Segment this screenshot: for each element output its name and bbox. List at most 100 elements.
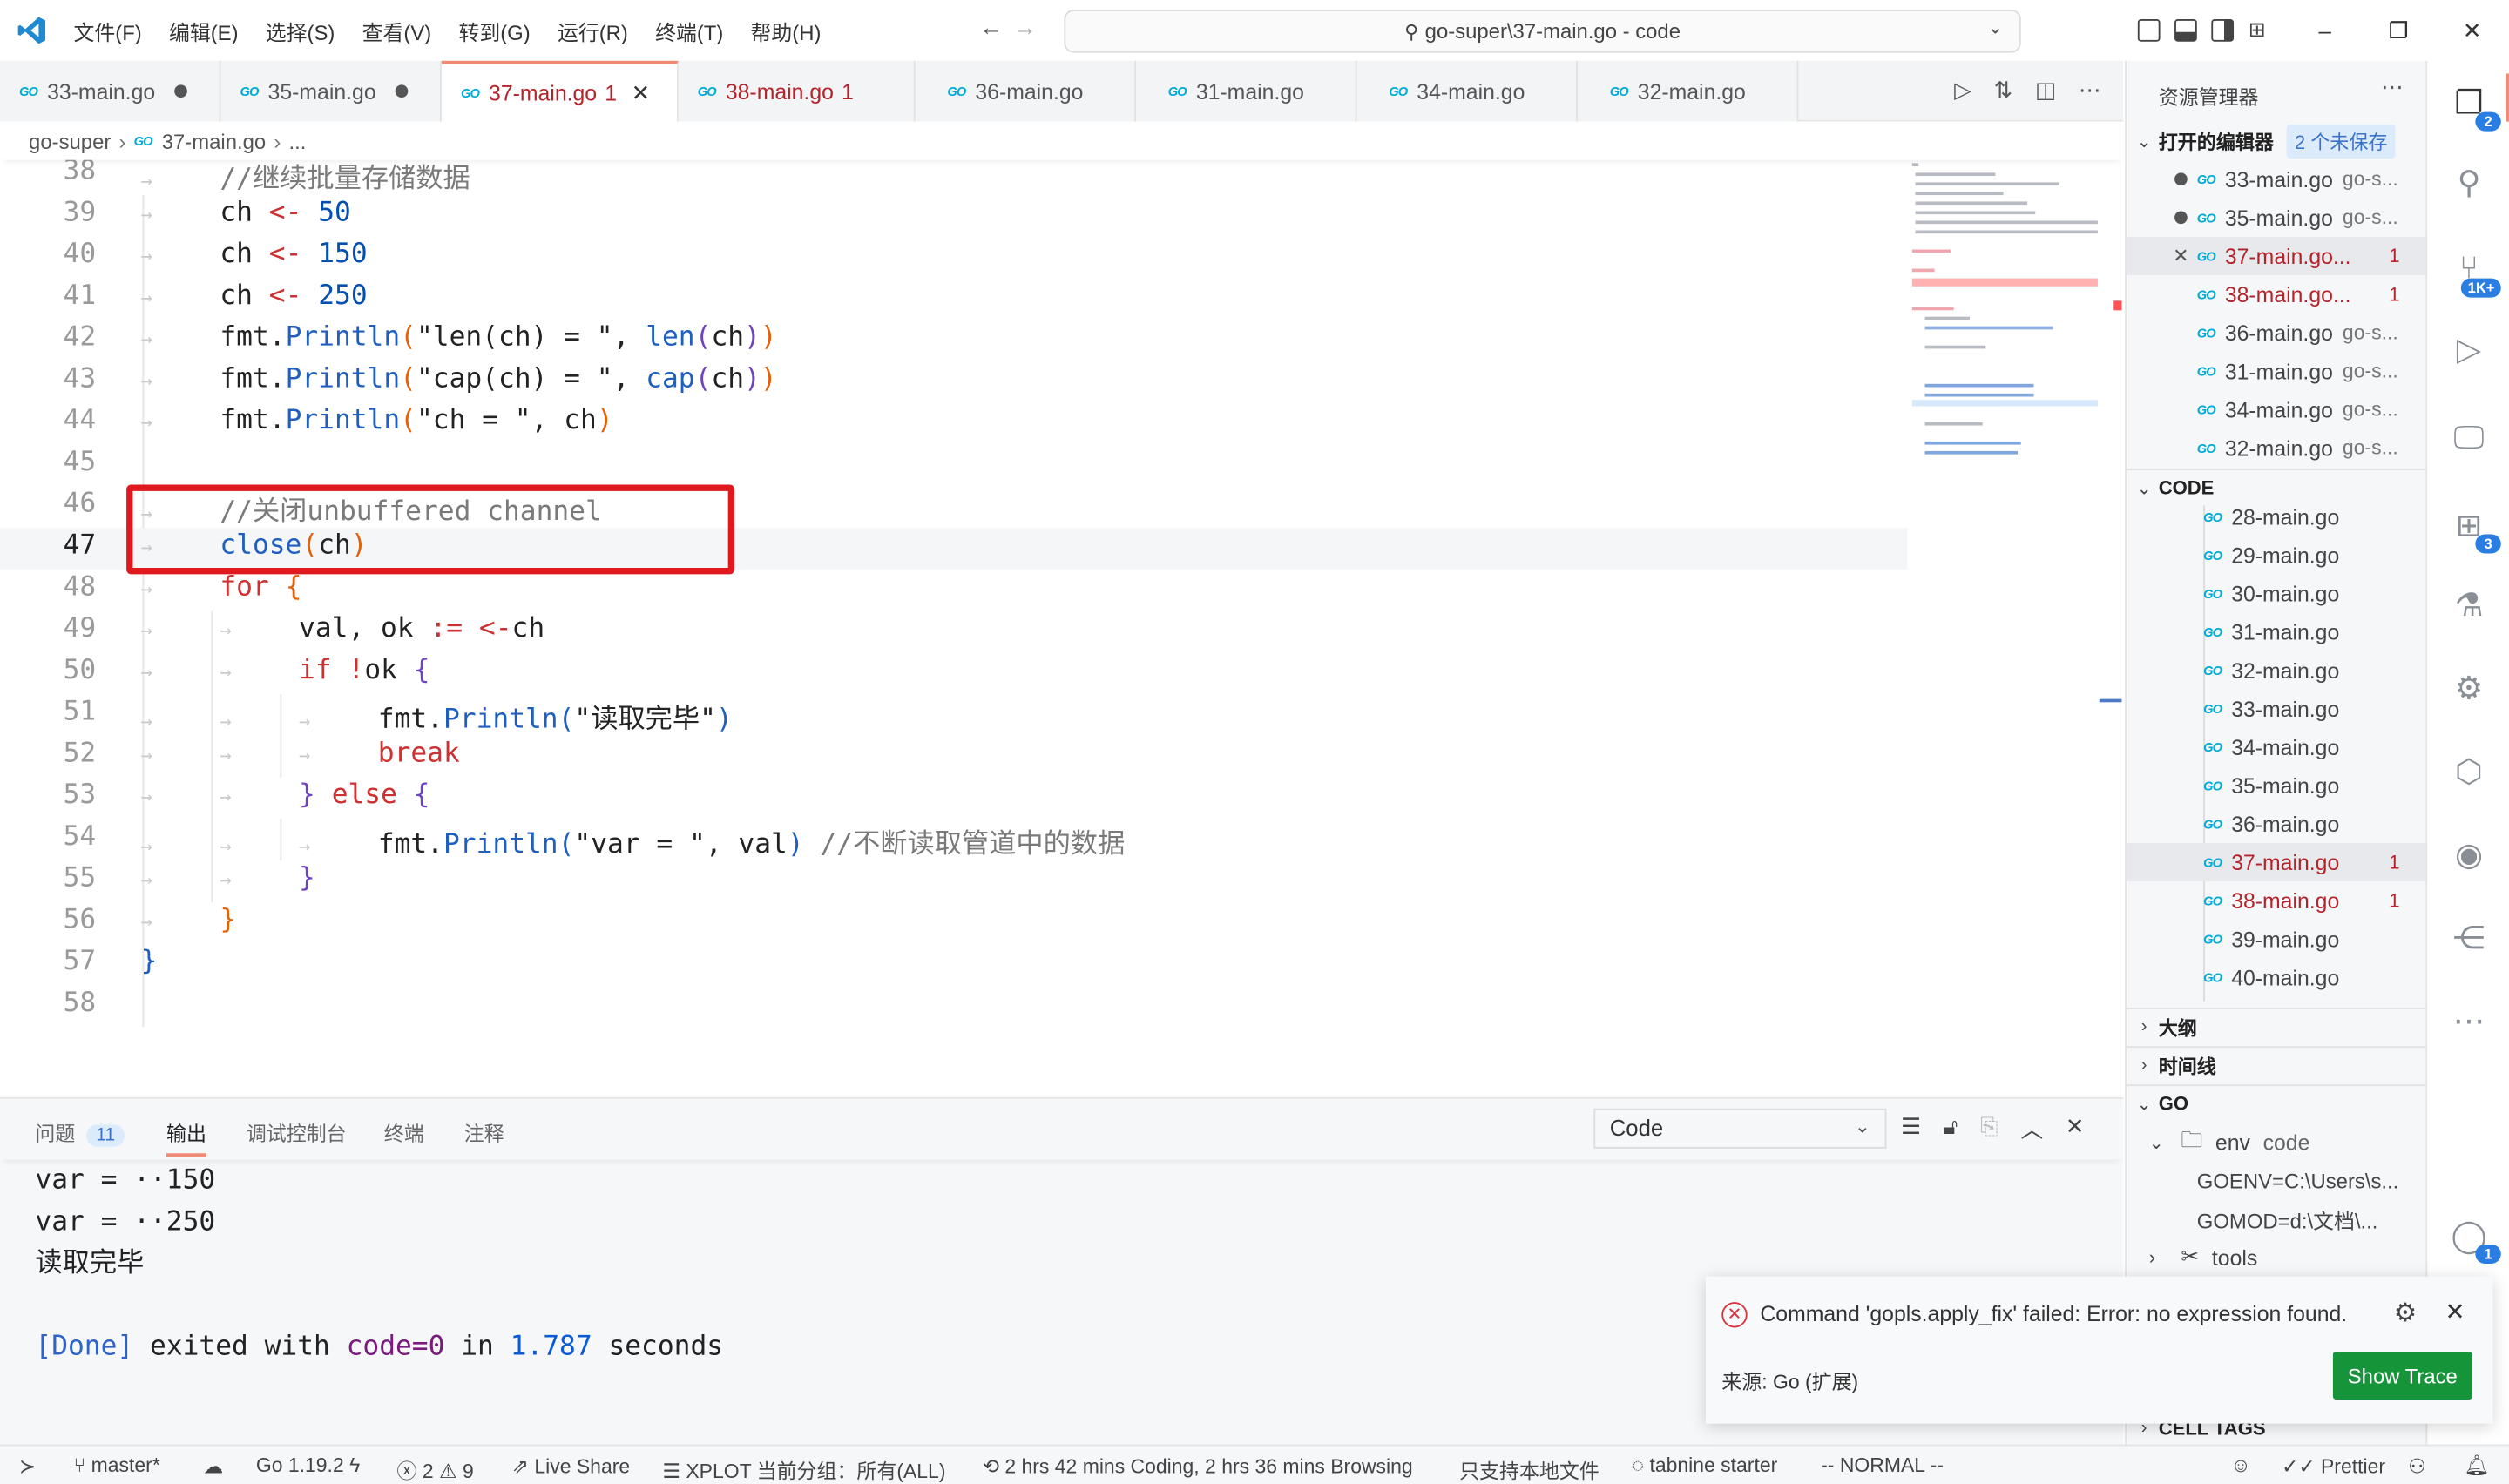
- toggle-secondary-sidebar-icon[interactable]: [2211, 19, 2235, 42]
- run-icon[interactable]: ▷: [1954, 77, 1971, 104]
- go-env-item[interactable]: ⌄ 🗀︎ env code: [2149, 1123, 2310, 1161]
- code-editor[interactable]: 38 → //继续批量存储数据 39 → ch <- 50 40 → ch <-…: [0, 153, 2124, 1097]
- menu-terminal[interactable]: 终端(T): [655, 15, 723, 45]
- open-in-editor-icon[interactable]: ⎘: [1980, 1113, 1998, 1145]
- menu-run[interactable]: 运行(R): [558, 15, 628, 45]
- unsaved-dot-icon[interactable]: [2174, 211, 2188, 225]
- branch-item[interactable]: ⑂ master*: [73, 1454, 159, 1477]
- file-item[interactable]: GO 29-main.go: [2203, 536, 2339, 574]
- open-editor-item[interactable]: GO 35-main.go go-s...: [2127, 199, 2425, 237]
- xplot-item[interactable]: ☰ XPLOT 当前分组：所有(ALL): [662, 1454, 945, 1484]
- open-editor-item[interactable]: GO 31-main.go go-s...: [2127, 352, 2425, 390]
- video-extension-icon[interactable]: ⬡: [2446, 749, 2491, 793]
- panel-tab-terminal[interactable]: 终端: [384, 1116, 424, 1147]
- maximize-panel-icon[interactable]: ︿: [2020, 1113, 2043, 1145]
- open-editor-item[interactable]: GO 34-main.go go-s...: [2127, 390, 2425, 428]
- tab-33-main-go[interactable]: GO 33-main.go: [0, 60, 221, 122]
- output-channel-select[interactable]: Code ⌄: [1593, 1108, 1887, 1149]
- menu-go[interactable]: 转到(G): [458, 15, 530, 45]
- close-panel-icon[interactable]: ✕: [2066, 1113, 2085, 1145]
- open-editor-item-selected[interactable]: ✕ GO 37-main.go... 1: [2126, 236, 2426, 275]
- tab-35-main-go[interactable]: GO 35-main.go: [220, 60, 442, 122]
- close-icon[interactable]: ✕: [2165, 245, 2197, 267]
- close-tab-icon[interactable]: ✕: [632, 79, 651, 106]
- testing-icon[interactable]: ⚗︎: [2446, 583, 2491, 627]
- customize-layout-icon[interactable]: ⊞: [2249, 17, 2266, 43]
- menu-selection[interactable]: 选择(S): [266, 15, 335, 45]
- menu-file[interactable]: 文件(F): [73, 15, 141, 45]
- notifications-bell-icon[interactable]: 🔔︎: [2465, 1454, 2490, 1479]
- tab-36-main-go[interactable]: GO 36-main.go: [915, 60, 1137, 122]
- go-env-var[interactable]: GOENV=C:\Users\s...: [2197, 1161, 2399, 1199]
- chevron-down-icon[interactable]: ⌄: [1987, 16, 2003, 38]
- minimize-button[interactable]: –: [2288, 17, 2361, 43]
- tab-32-main-go[interactable]: GO 32-main.go: [1577, 60, 1799, 122]
- close-window-button[interactable]: ✕: [2435, 17, 2508, 44]
- wakatime-item[interactable]: ⟲ 2 hrs 42 mins Coding, 2 hrs 36 mins Br…: [983, 1454, 1413, 1478]
- forward-arrow-icon[interactable]: →: [1013, 15, 1047, 42]
- output-content[interactable]: var = ··150 var = ··250 读取完毕 [Done] exit…: [35, 1160, 723, 1368]
- toggle-primary-sidebar-icon[interactable]: [2138, 19, 2161, 42]
- section-timeline[interactable]: › 时间线: [2126, 1046, 2426, 1083]
- section-open-editors[interactable]: ⌄ 打开的编辑器 2 个未保存: [2127, 123, 2425, 158]
- go-version-item[interactable]: Go 1.19.2 ϟ: [256, 1454, 360, 1477]
- open-editor-item[interactable]: GO 38-main.go... 1: [2127, 275, 2425, 314]
- file-item[interactable]: GO 35-main.go: [2203, 766, 2339, 805]
- more-actions-icon[interactable]: ⋯: [2079, 77, 2101, 104]
- unsaved-dot-icon[interactable]: [395, 84, 409, 98]
- panel-tab-debug-console[interactable]: 调试控制台: [247, 1116, 347, 1147]
- back-arrow-icon[interactable]: ←: [979, 15, 1013, 42]
- menu-help[interactable]: 帮助(H): [751, 15, 822, 45]
- local-files-item[interactable]: 只支持本地文件: [1459, 1454, 1599, 1484]
- feedback-icon[interactable]: ⚇: [2408, 1454, 2426, 1478]
- tab-34-main-go[interactable]: GO 34-main.go: [1356, 60, 1578, 122]
- open-editor-item[interactable]: GO 32-main.go go-s...: [2127, 428, 2425, 467]
- section-outline[interactable]: › 大纲: [2126, 1008, 2426, 1044]
- menu-view[interactable]: 查看(V): [362, 15, 432, 45]
- file-item[interactable]: GO 39-main.go: [2203, 920, 2339, 958]
- command-center[interactable]: ⚲ go-super\37-main.go - code ⌄: [1064, 10, 2021, 53]
- panel-tab-problems[interactable]: 问题 11: [35, 1116, 125, 1147]
- tab-38-main-go[interactable]: GO 38-main.go 1: [678, 60, 916, 122]
- run-debug-icon[interactable]: ▷: [2446, 327, 2491, 371]
- problems-item[interactable]: ⓧ 2 ⚠︎ 9: [397, 1454, 474, 1484]
- panel-tab-output[interactable]: 输出: [166, 1116, 206, 1157]
- github-icon[interactable]: ◉: [2446, 832, 2491, 876]
- minimap[interactable]: [1909, 160, 2100, 464]
- tabnine-item[interactable]: ◌ tabnine starter: [1632, 1454, 1777, 1477]
- sync-icon[interactable]: ☁︎: [203, 1454, 223, 1478]
- breadcrumb-symbols[interactable]: ...: [289, 129, 307, 153]
- tab-37-main-go[interactable]: GO 37-main.go 1 ✕: [441, 60, 679, 122]
- source-control-icon[interactable]: ⑂ 1K+: [2446, 246, 2501, 298]
- more-views-icon[interactable]: ⋯: [2446, 998, 2491, 1042]
- gear-icon[interactable]: ⚙: [2394, 1298, 2417, 1330]
- show-trace-button[interactable]: Show Trace: [2332, 1352, 2472, 1400]
- section-go[interactable]: ⌄ GO: [2126, 1084, 2426, 1121]
- close-notification-icon[interactable]: ✕: [2445, 1298, 2465, 1325]
- restore-button[interactable]: ❐: [2362, 17, 2435, 44]
- account-icon[interactable]: ◯ 1: [2446, 1212, 2501, 1264]
- leetcode-icon[interactable]: ⋲: [2446, 915, 2491, 960]
- lock-scroll-icon[interactable]: 🔓︎: [1944, 1113, 1958, 1145]
- search-icon[interactable]: ⚲: [2446, 160, 2491, 205]
- clear-output-icon[interactable]: ☰: [1901, 1113, 1921, 1145]
- breadcrumb-folder[interactable]: go-super: [29, 129, 111, 153]
- extensions-icon[interactable]: ⊞ 3: [2446, 503, 2501, 554]
- file-item[interactable]: GO 30-main.go: [2203, 574, 2339, 612]
- go-env-var[interactable]: GOMOD=d:\文档\...: [2197, 1200, 2378, 1238]
- unsaved-dot-icon[interactable]: [2174, 172, 2188, 186]
- live-share-item[interactable]: ⇗ Live Share: [512, 1454, 630, 1478]
- compare-changes-icon[interactable]: ⇅: [1994, 77, 2013, 104]
- file-item[interactable]: GO 33-main.go: [2203, 690, 2339, 728]
- open-editor-item[interactable]: GO 33-main.go go-s...: [2127, 160, 2425, 199]
- more-actions-icon[interactable]: ⋯: [2381, 73, 2404, 100]
- toggle-panel-icon[interactable]: [2174, 19, 2197, 42]
- breadcrumb-file[interactable]: 37-main.go: [162, 129, 266, 153]
- menu-edit[interactable]: 编辑(E): [169, 15, 239, 45]
- copilot-icon[interactable]: ☺: [2230, 1454, 2250, 1477]
- file-item[interactable]: GO 38-main.go 1: [2203, 881, 2425, 920]
- file-item[interactable]: GO 31-main.go: [2203, 612, 2339, 651]
- prettier-item[interactable]: ✓✓ Prettier: [2282, 1454, 2385, 1478]
- vim-mode-item[interactable]: -- NORMAL --: [1821, 1454, 1944, 1477]
- tab-31-main-go[interactable]: GO 31-main.go: [1136, 60, 1357, 122]
